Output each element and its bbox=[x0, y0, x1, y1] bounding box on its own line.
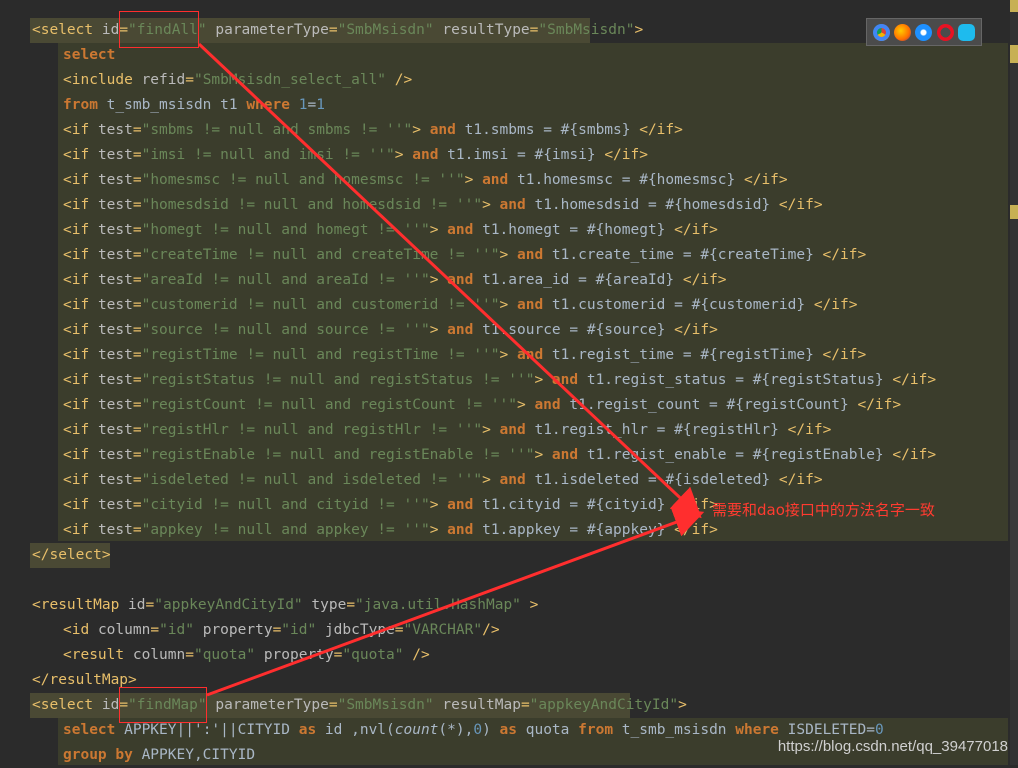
ie-icon[interactable] bbox=[957, 23, 975, 41]
resultmap-open[interactable]: <resultMap id="appkeyAndCityId" type="ja… bbox=[32, 593, 538, 618]
scroll-marker bbox=[1010, 0, 1018, 12]
if-condition-line[interactable]: <if test="isdeleted != null and isdelete… bbox=[63, 468, 823, 493]
if-condition-line[interactable]: <if test="homegt != null and homegt != '… bbox=[63, 218, 718, 243]
scroll-marker bbox=[1010, 205, 1018, 219]
sql-line[interactable]: select bbox=[63, 43, 115, 68]
if-condition-line[interactable]: <if test="homesdsid != null and homesdsi… bbox=[63, 193, 823, 218]
select-close-tag[interactable]: </select> bbox=[32, 543, 111, 568]
watermark: https://blog.csdn.net/qq_39477018 bbox=[777, 738, 1008, 755]
if-condition-line[interactable]: <if test="registTime != null and registT… bbox=[63, 343, 866, 368]
if-condition-line[interactable]: <if test="registStatus != null and regis… bbox=[63, 368, 936, 393]
if-condition-line[interactable]: <if test="imsi != null and imsi != ''"> … bbox=[63, 143, 648, 168]
sql-line[interactable]: <include refid="SmbMsisdn_select_all" /> bbox=[63, 68, 412, 93]
safari-icon[interactable] bbox=[915, 23, 933, 41]
if-condition-line[interactable]: <if test="registCount != null and regist… bbox=[63, 393, 901, 418]
if-condition-line[interactable]: <if test="homesmsc != null and homesmsc … bbox=[63, 168, 788, 193]
resultmap-id[interactable]: <id column="id" property="id" jdbcType="… bbox=[63, 618, 500, 643]
scroll-marker bbox=[1010, 440, 1018, 660]
if-condition-line[interactable]: <if test="smbms != null and smbms != ''"… bbox=[63, 118, 683, 143]
scroll-marker bbox=[1010, 45, 1018, 63]
code-editor[interactable]: <select id="findAll" parameterType="SmbM… bbox=[0, 0, 1018, 765]
opera-icon[interactable] bbox=[936, 23, 954, 41]
annotation-text: 需要和dao接口中的方法名字一致 bbox=[712, 501, 935, 519]
if-condition-line[interactable]: <if test="customerid != null and custome… bbox=[63, 293, 857, 318]
if-condition-line[interactable]: <if test="source != null and source != '… bbox=[63, 318, 718, 343]
browser-preview-toolbar bbox=[866, 18, 982, 46]
resultmap-result[interactable]: <result column="quota" property="quota" … bbox=[63, 643, 430, 668]
firefox-icon[interactable] bbox=[894, 23, 912, 41]
sql-line[interactable]: group by APPKEY,CITYID bbox=[63, 743, 255, 768]
sql-line[interactable]: from t_smb_msisdn t1 where 1=1 bbox=[63, 93, 325, 118]
if-condition-line[interactable]: <if test="registEnable != null and regis… bbox=[63, 443, 936, 468]
if-condition-line[interactable]: <if test="registHlr != null and registHl… bbox=[63, 418, 831, 443]
if-condition-line[interactable]: <if test="appkey != null and appkey != '… bbox=[63, 518, 718, 543]
chrome-icon[interactable] bbox=[873, 23, 891, 41]
findall-highlight-box bbox=[119, 11, 199, 48]
if-condition-line[interactable]: <if test="cityid != null and cityid != '… bbox=[63, 493, 718, 518]
if-condition-line[interactable]: <if test="createTime != null and createT… bbox=[63, 243, 866, 268]
if-condition-line[interactable]: <if test="areaId != null and areaId != '… bbox=[63, 268, 727, 293]
findmap-highlight-box bbox=[119, 687, 207, 723]
